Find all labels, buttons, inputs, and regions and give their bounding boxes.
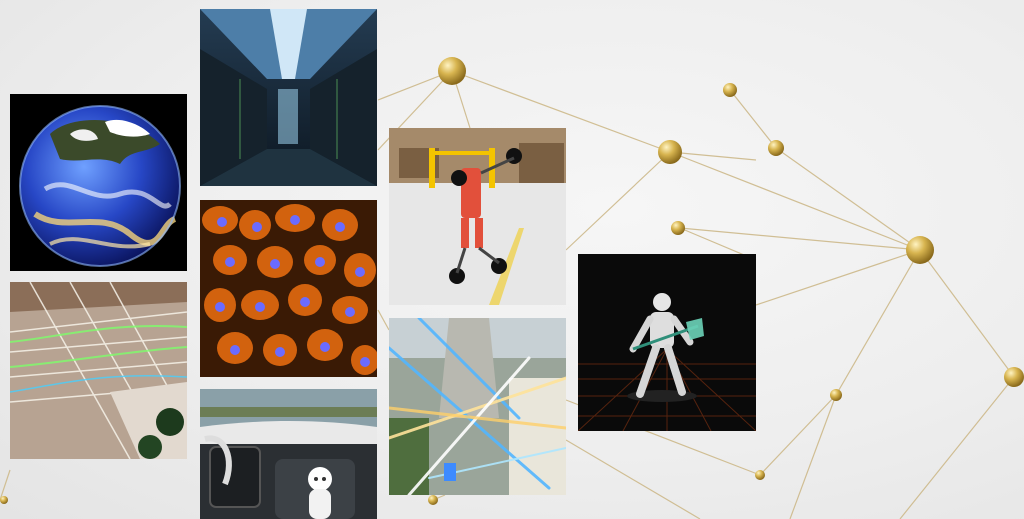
network-node: [438, 57, 466, 85]
network-node: [428, 495, 438, 505]
network-node: [671, 221, 685, 235]
network-node: [723, 83, 737, 97]
network-node: [755, 470, 765, 480]
cell-microscopy-image: [200, 200, 377, 377]
autonomous-driving-street-image: [10, 282, 187, 459]
humanoid-robot-image: [578, 254, 756, 431]
lidar-city-simulation-image: [389, 318, 566, 495]
network-node: [658, 140, 682, 164]
network-node: [906, 236, 934, 264]
warehouse-robot-image: [389, 128, 566, 305]
network-node: [1004, 367, 1024, 387]
earth-climate-image: [10, 94, 187, 271]
car-interior-assistant-image: [200, 389, 377, 519]
network-node: [768, 140, 784, 156]
data-center-image: [200, 9, 377, 186]
network-node: [0, 496, 8, 504]
network-node: [830, 389, 842, 401]
